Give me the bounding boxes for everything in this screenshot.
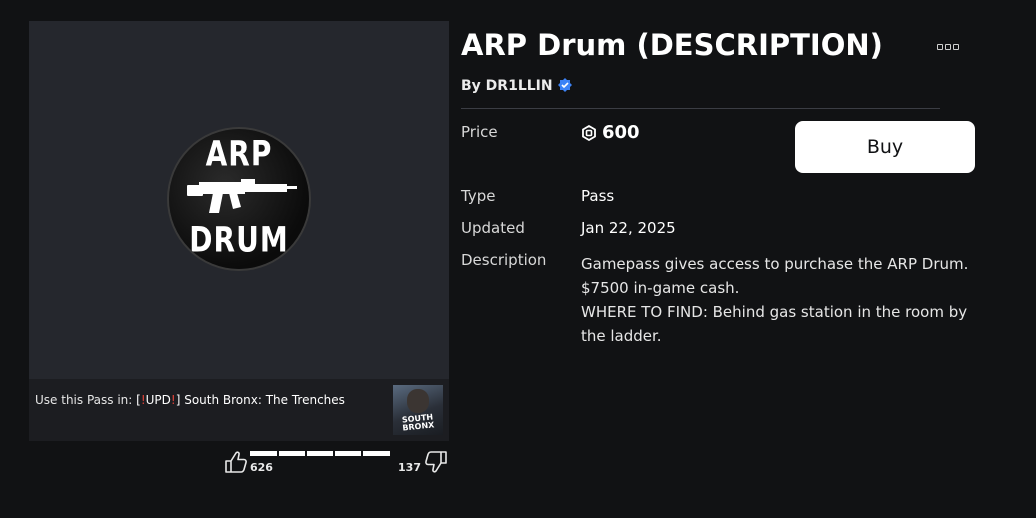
description-line: Gamepass gives access to purchase the AR… bbox=[581, 255, 969, 273]
thumbnail-top-text: ARP bbox=[205, 132, 273, 175]
verified-badge-icon bbox=[557, 78, 572, 92]
item-title: ARP Drum (DESCRIPTION) bbox=[461, 28, 883, 62]
by-prefix: By bbox=[461, 78, 481, 94]
use-pass-in-prefix: Use this Pass in: bbox=[35, 393, 133, 407]
vote-bar-tick bbox=[277, 451, 279, 456]
vote-section: 626 137 bbox=[223, 447, 449, 477]
header-divider bbox=[461, 108, 940, 109]
updated-value: Jan 22, 2025 bbox=[581, 219, 676, 237]
more-dot bbox=[953, 44, 959, 50]
description-text: Gamepass gives access to purchase the AR… bbox=[581, 252, 969, 348]
vote-bar-tick bbox=[361, 451, 363, 456]
game-thumbnail[interactable]: SOUTH BRONX bbox=[393, 385, 443, 435]
game-thumbnail-figure bbox=[407, 389, 429, 413]
creator-byline: By DR1LLIN bbox=[461, 78, 572, 94]
bracket-close: ] bbox=[175, 393, 181, 407]
game-name: South Bronx: The Trenches bbox=[184, 393, 345, 407]
buy-button[interactable]: Buy bbox=[795, 121, 975, 173]
game-thumbnail-text: SOUTH BRONX bbox=[401, 412, 435, 433]
type-value: Pass bbox=[581, 187, 615, 205]
game-tag: UPD bbox=[145, 393, 171, 407]
description-line: WHERE TO FIND: Behind gas station in the… bbox=[581, 303, 968, 321]
description-line: the ladder. bbox=[581, 327, 662, 345]
item-media-panel: ARP DRUM Use this Pass in: [!UPD!] South… bbox=[29, 21, 449, 441]
item-thumbnail: ARP DRUM bbox=[169, 129, 309, 269]
price-label: Price bbox=[461, 123, 498, 141]
vote-bar-tick bbox=[333, 451, 335, 456]
use-pass-in-bar[interactable]: Use this Pass in: [!UPD!] South Bronx: T… bbox=[29, 379, 449, 441]
thumbnail-bottom-text: DRUM bbox=[189, 218, 289, 261]
vote-ratio-bar bbox=[250, 451, 390, 456]
updated-label: Updated bbox=[461, 219, 525, 237]
more-dot bbox=[937, 44, 943, 50]
description-line: $7500 in-game cash. bbox=[581, 279, 740, 297]
thumbs-up-icon[interactable] bbox=[223, 449, 249, 475]
game-link[interactable]: [!UPD!] South Bronx: The Trenches bbox=[136, 393, 345, 407]
creator-link[interactable]: DR1LLIN bbox=[486, 78, 553, 94]
vote-bar-tick bbox=[305, 451, 307, 456]
price-value-group: 600 bbox=[581, 122, 640, 143]
robux-icon bbox=[582, 124, 596, 141]
description-label: Description bbox=[461, 251, 547, 269]
upvote-count: 626 bbox=[250, 461, 273, 474]
thumbs-down-icon[interactable] bbox=[423, 449, 449, 475]
more-options-icon[interactable] bbox=[934, 38, 962, 56]
more-dot bbox=[945, 44, 951, 50]
item-details-page: ARP DRUM Use this Pass in: [!UPD!] South… bbox=[0, 0, 1036, 518]
use-pass-in-text[interactable]: Use this Pass in: [!UPD!] South Bronx: T… bbox=[35, 393, 345, 407]
downvote-count: 137 bbox=[398, 461, 421, 474]
type-label: Type bbox=[461, 187, 496, 205]
price-value: 600 bbox=[602, 122, 640, 143]
